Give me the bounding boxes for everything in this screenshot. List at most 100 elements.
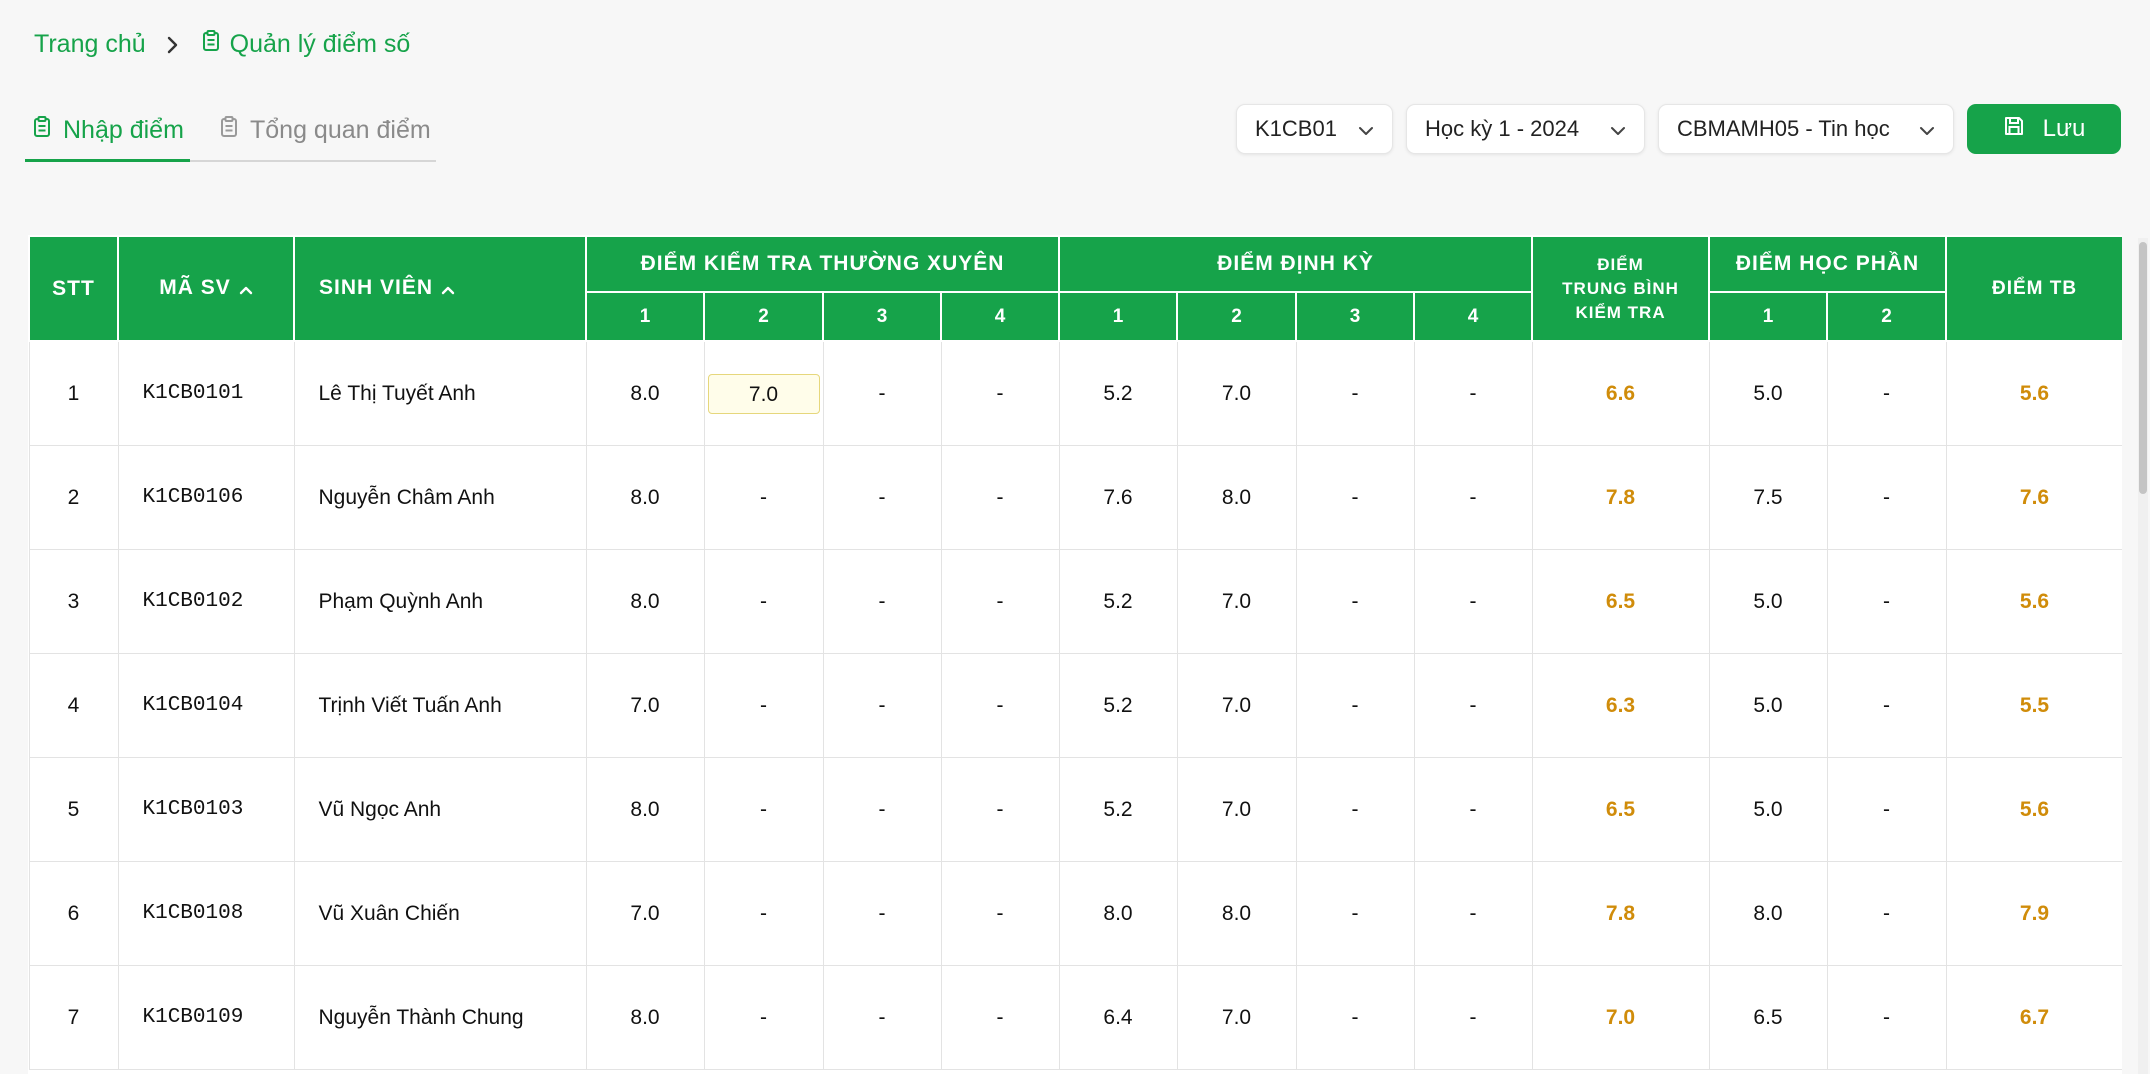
cell-hp-score[interactable]: - <box>1826 340 1947 446</box>
cell-student-name: Vũ Ngọc Anh <box>293 757 587 862</box>
cell-dk-score[interactable]: 5.2 <box>1058 340 1178 446</box>
cell-diem-tb: 5.6 <box>1945 757 2122 862</box>
cell-hp-score[interactable]: - <box>1826 445 1947 550</box>
cell-hp-score[interactable]: 6.5 <box>1708 965 1828 1070</box>
cell-hp-score[interactable]: - <box>1826 653 1947 758</box>
cell-tx-score[interactable]: - <box>940 549 1060 654</box>
cell-tx-score[interactable]: - <box>822 653 942 758</box>
cell-hp-score[interactable]: 7.5 <box>1708 445 1828 550</box>
header-hoc-phan: ĐIỂM HỌC PHẦN <box>1708 235 1948 293</box>
cell-tx-score[interactable]: 7.0 <box>703 340 824 446</box>
cell-dk-score[interactable]: 7.0 <box>1176 965 1297 1070</box>
cell-diem-tb: 6.7 <box>1945 965 2122 1070</box>
save-button-label: Lưu <box>2042 115 2086 142</box>
cell-tx-score[interactable]: - <box>703 757 824 862</box>
cell-tx-score[interactable]: - <box>822 965 942 1070</box>
subject-select[interactable]: CBMAMH05 - Tin học <box>1658 104 1954 154</box>
cell-dk-score[interactable]: 5.2 <box>1058 757 1178 862</box>
cell-tx-score[interactable]: - <box>822 340 942 446</box>
tab-bar: Nhập điểm Tổng quan điểm <box>25 100 436 162</box>
cell-tx-score[interactable]: - <box>940 861 1060 966</box>
cell-tx-score[interactable]: - <box>703 653 824 758</box>
cell-tx-score[interactable]: 7.0 <box>585 861 705 966</box>
save-button[interactable]: Lưu <box>1967 104 2121 154</box>
cell-tx-score[interactable]: 8.0 <box>585 965 705 1070</box>
cell-tx-score[interactable]: - <box>940 757 1060 862</box>
cell-dk-score[interactable]: 8.0 <box>1176 861 1297 966</box>
cell-dk-score[interactable]: - <box>1413 965 1533 1070</box>
breadcrumb-home-link[interactable]: Trang chủ <box>34 30 146 59</box>
cell-tx-score[interactable]: - <box>822 861 942 966</box>
cell-tx-score[interactable]: - <box>822 445 942 550</box>
cell-student-name: Lê Thị Tuyết Anh <box>293 340 587 446</box>
cell-dk-score[interactable]: 5.2 <box>1058 549 1178 654</box>
cell-dk-score[interactable]: - <box>1295 549 1415 654</box>
cell-dk-score[interactable]: - <box>1295 965 1415 1070</box>
cell-tx-score[interactable]: 8.0 <box>585 445 705 550</box>
cell-tx-score[interactable]: 7.0 <box>585 653 705 758</box>
cell-diem-tb: 5.5 <box>1945 653 2122 758</box>
cell-tx-score[interactable]: 8.0 <box>585 549 705 654</box>
cell-tx-score[interactable]: - <box>940 653 1060 758</box>
cell-dk-score[interactable]: - <box>1295 445 1415 550</box>
cell-hp-score[interactable]: - <box>1826 861 1947 966</box>
cell-dk-score[interactable]: - <box>1295 861 1415 966</box>
cell-dk-score[interactable]: 7.0 <box>1176 757 1297 862</box>
sort-up-icon <box>239 277 253 301</box>
cell-hp-score[interactable]: 5.0 <box>1708 653 1828 758</box>
score-input-active[interactable]: 7.0 <box>707 373 820 414</box>
cell-tx-score[interactable]: - <box>703 965 824 1070</box>
cell-diem-tb: 7.6 <box>1945 445 2122 550</box>
semester-select[interactable]: Học kỳ 1 - 2024 <box>1406 104 1645 154</box>
cell-dk-score[interactable]: - <box>1413 653 1533 758</box>
cell-dk-score[interactable]: - <box>1295 757 1415 862</box>
cell-hp-score[interactable]: 5.0 <box>1708 549 1828 654</box>
cell-stt: 2 <box>28 445 119 550</box>
cell-tx-score[interactable]: - <box>703 861 824 966</box>
class-select[interactable]: K1CB01 <box>1236 104 1393 154</box>
cell-dk-score[interactable]: 7.0 <box>1176 340 1297 446</box>
tab-nhap-diem[interactable]: Nhập điểm <box>25 100 190 162</box>
cell-dk-score[interactable]: - <box>1295 653 1415 758</box>
scrollbar-thumb[interactable] <box>2139 242 2147 494</box>
clipboard-icon <box>33 115 51 145</box>
cell-diem-tb: 7.9 <box>1945 861 2122 966</box>
cell-dk-score[interactable]: 6.4 <box>1058 965 1178 1070</box>
tab-tong-quan-diem[interactable]: Tổng quan điểm <box>220 100 431 160</box>
cell-dk-score[interactable]: 8.0 <box>1176 445 1297 550</box>
cell-tx-score[interactable]: - <box>703 445 824 550</box>
header-tb-kiem-tra-line1: ĐIỂM <box>1597 254 1644 274</box>
header-diem-tb: ĐIỂM TB <box>1945 235 2122 342</box>
cell-dk-score[interactable]: 7.0 <box>1176 653 1297 758</box>
cell-tx-score[interactable]: - <box>940 340 1060 446</box>
cell-student-id: K1CB0101 <box>117 340 295 446</box>
cell-tx-score[interactable]: - <box>822 757 942 862</box>
cell-hp-score[interactable]: 8.0 <box>1708 861 1828 966</box>
cell-dk-score[interactable]: 8.0 <box>1058 861 1178 966</box>
cell-hp-score[interactable]: - <box>1826 757 1947 862</box>
cell-dk-score[interactable]: - <box>1413 445 1533 550</box>
vertical-scrollbar[interactable] <box>2138 238 2148 1074</box>
cell-hp-score[interactable]: 5.0 <box>1708 757 1828 862</box>
cell-dk-score[interactable]: 7.6 <box>1058 445 1178 550</box>
header-ma-sv[interactable]: MÃ SV <box>117 235 295 342</box>
header-sinh-vien[interactable]: SINH VIÊN <box>293 235 587 342</box>
cell-hp-score[interactable]: - <box>1826 965 1947 1070</box>
cell-tx-score[interactable]: - <box>940 965 1060 1070</box>
cell-tx-score[interactable]: - <box>703 549 824 654</box>
cell-dk-score[interactable]: 5.2 <box>1058 653 1178 758</box>
cell-hp-score[interactable]: 5.0 <box>1708 340 1828 446</box>
grade-table-container: STT MÃ SV SINH VIÊN ĐIỂM KIỂM TRA THƯỜNG… <box>28 235 2122 1074</box>
cell-dk-score[interactable]: - <box>1295 340 1415 446</box>
cell-dk-score[interactable]: - <box>1413 757 1533 862</box>
sort-up-icon <box>441 277 455 301</box>
cell-tx-score[interactable]: 8.0 <box>585 340 705 446</box>
cell-tx-score[interactable]: 8.0 <box>585 757 705 862</box>
cell-tx-score[interactable]: - <box>940 445 1060 550</box>
cell-dk-score[interactable]: 7.0 <box>1176 549 1297 654</box>
cell-hp-score[interactable]: - <box>1826 549 1947 654</box>
cell-tx-score[interactable]: - <box>822 549 942 654</box>
cell-dk-score[interactable]: - <box>1413 861 1533 966</box>
cell-dk-score[interactable]: - <box>1413 549 1533 654</box>
cell-dk-score[interactable]: - <box>1413 340 1533 446</box>
